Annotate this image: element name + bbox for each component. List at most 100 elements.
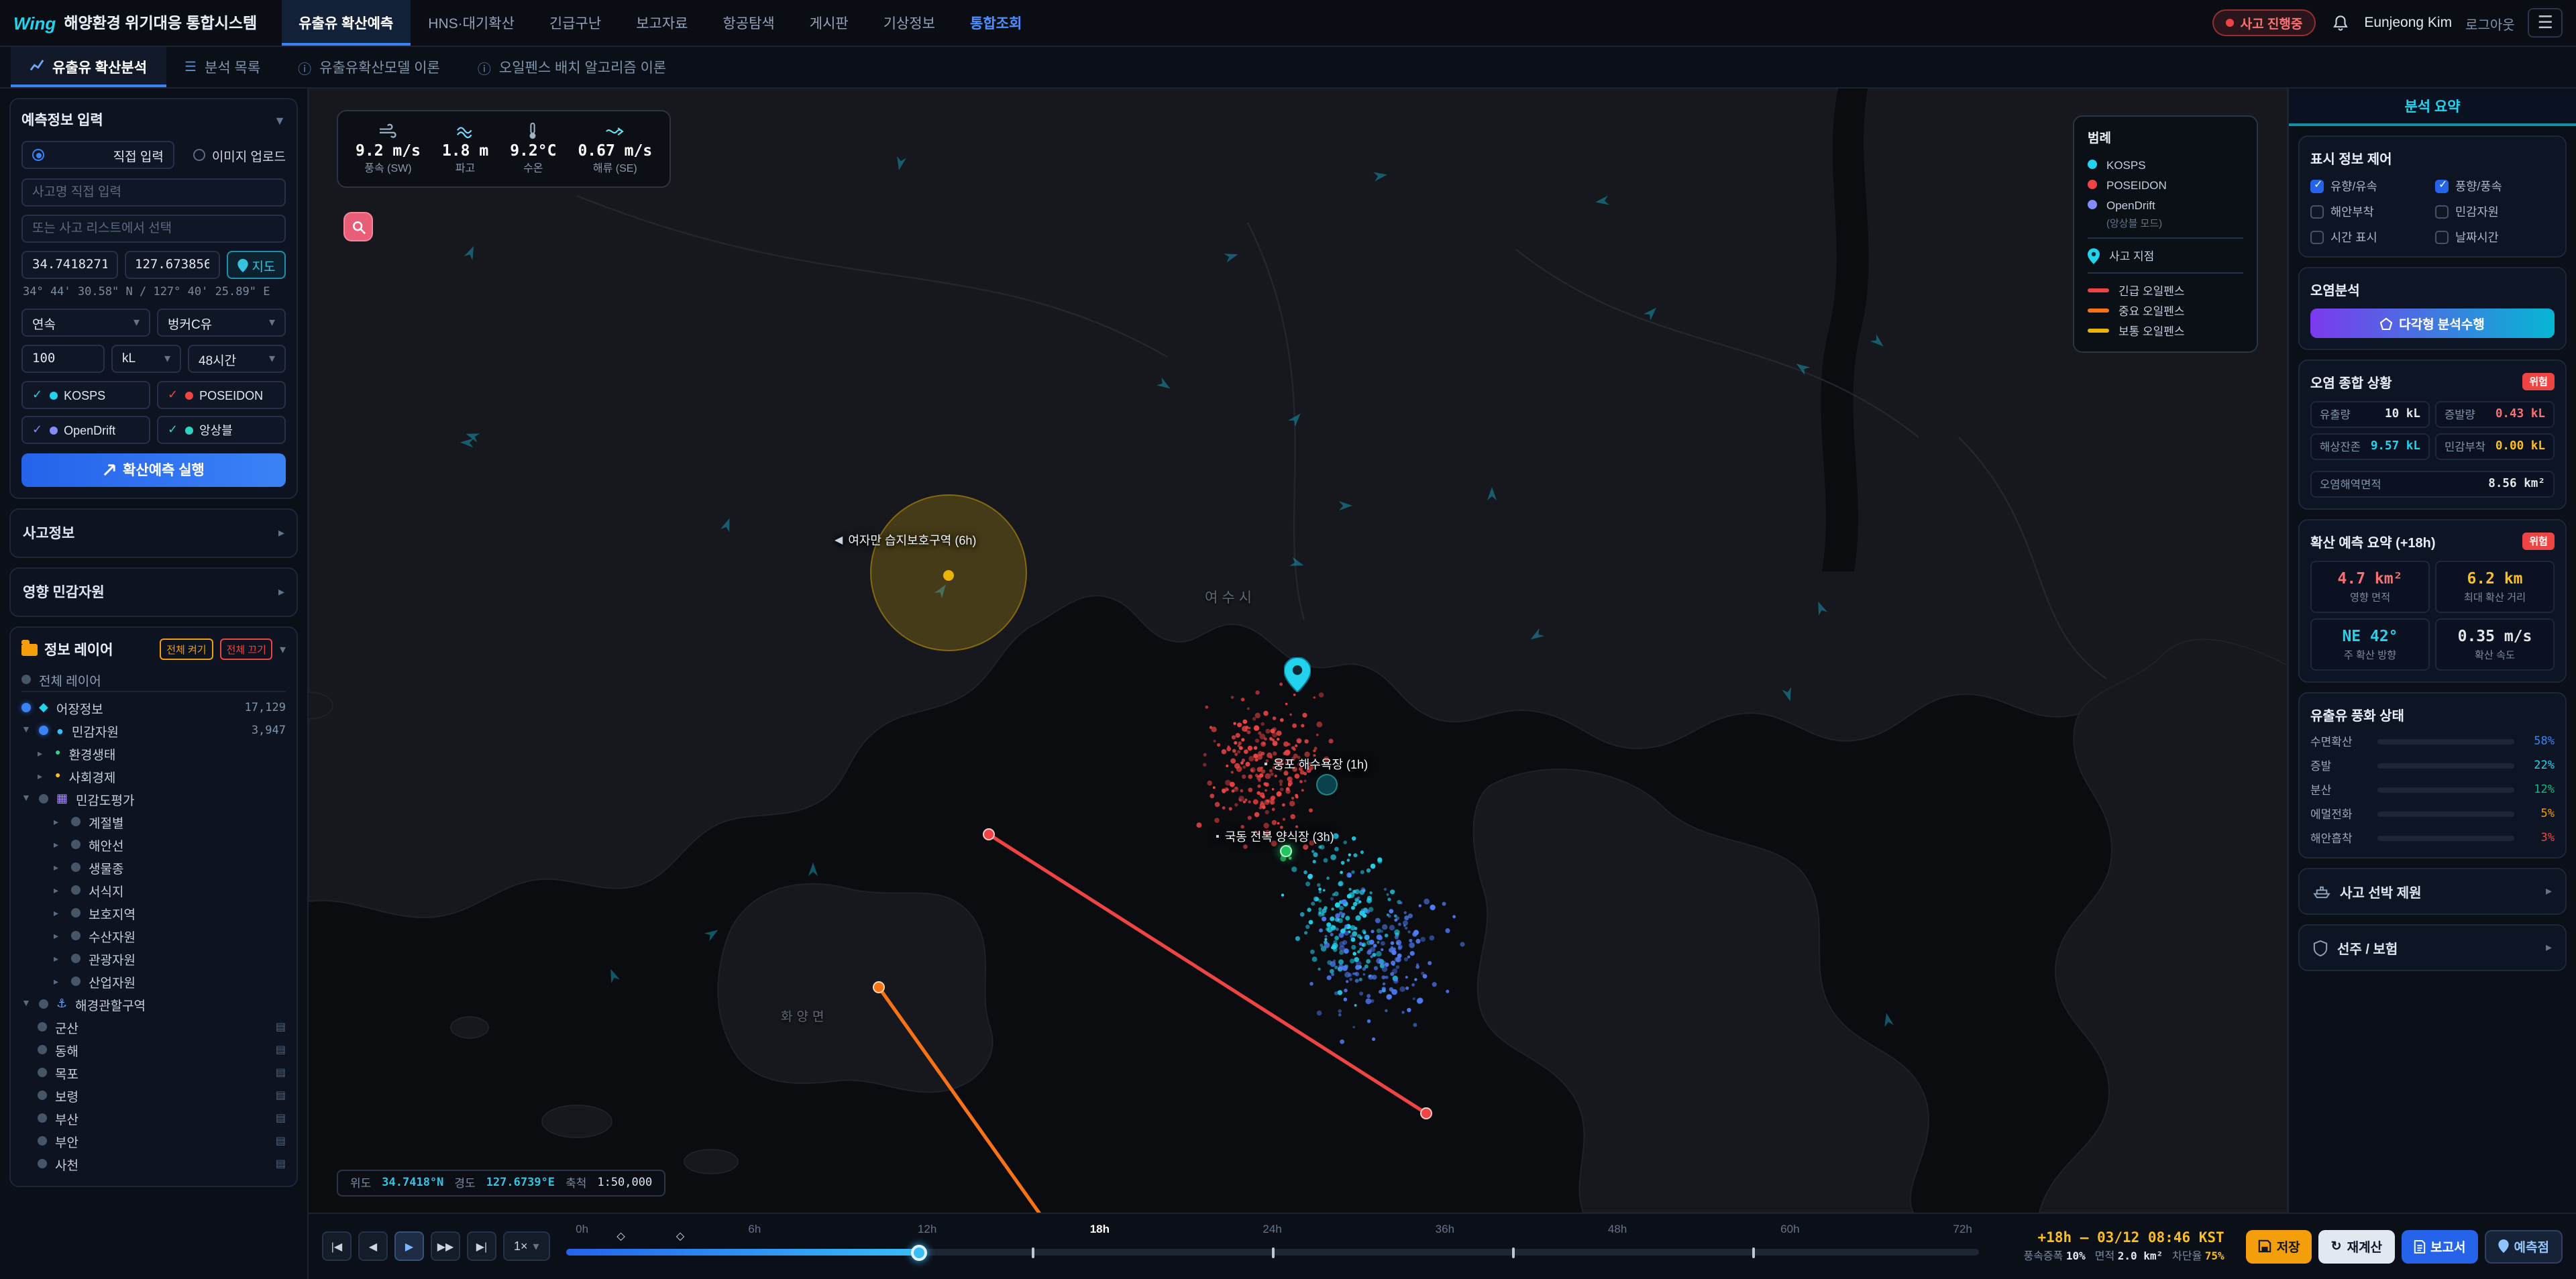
nav-item-reports[interactable]: 보고자료 <box>619 0 705 46</box>
option-current-dir[interactable]: 유향/유속 <box>2310 177 2430 194</box>
nav-item-weather[interactable]: 기상정보 <box>866 0 953 46</box>
layer-fishery[interactable]: ◆ 어장정보 17,129 <box>21 696 286 719</box>
model-chip-ensemble[interactable]: ✓ 앙상블 <box>157 416 286 444</box>
layer-toggle[interactable] <box>71 840 80 849</box>
model-chip-opendrift[interactable]: ✓ OpenDrift <box>21 416 150 444</box>
checkbox[interactable] <box>2435 205 2449 218</box>
radio-image-upload[interactable]: 이미지 업로드 <box>193 141 286 169</box>
incident-location-pin[interactable] <box>1283 656 1312 696</box>
run-prediction-button[interactable]: 확산예측 실행 <box>21 453 286 487</box>
option-wind-dir[interactable]: 풍향/풍속 <box>2435 177 2555 194</box>
checkbox[interactable] <box>2435 230 2449 243</box>
spill-mode-select[interactable]: 연속 ▾ <box>21 309 150 337</box>
layer-toggle[interactable] <box>71 908 80 917</box>
layer-seasonal[interactable]: ▸ 계절별 <box>21 810 286 833</box>
model-chip-kosps[interactable]: ✓ KOSPS <box>21 381 150 409</box>
layer-group-sensitivity[interactable]: ▼ ▦ 민감도평가 <box>21 787 286 810</box>
layer-group-kcg[interactable]: ▼ ⚓ 해경관할구역 <box>21 993 286 1015</box>
checkbox[interactable] <box>2310 178 2324 192</box>
layer-kcg-boryeong[interactable]: 보령 ▤ <box>21 1084 286 1107</box>
option-time-display[interactable]: 시간 표시 <box>2310 228 2430 245</box>
incident-info-accordion[interactable]: 사고정보 ▸ <box>9 508 298 558</box>
layer-industry-resource[interactable]: ▸ 산업자원 <box>21 970 286 993</box>
layer-toggle[interactable] <box>71 954 80 963</box>
ensemble-marker[interactable] <box>1280 845 1292 857</box>
layer-toggle[interactable] <box>21 675 31 684</box>
tab-model-theory[interactable]: ⓘ 유출유확산모델 이론 <box>279 47 459 87</box>
nav-item-aerial[interactable]: 항공탐색 <box>705 0 792 46</box>
layer-toggle[interactable] <box>38 1091 47 1100</box>
map-pick-tool-button[interactable] <box>343 212 373 241</box>
all-layers-on-button[interactable]: 전체 켜기 <box>160 638 213 660</box>
analysis-summary-header[interactable]: 분석 요약 <box>2289 89 2576 126</box>
report-button[interactable]: 보고서 <box>2401 1229 2478 1263</box>
layer-toggle[interactable] <box>71 931 80 940</box>
layer-toggle[interactable] <box>71 863 80 872</box>
nav-item-integrated-search[interactable]: 통합조회 <box>953 0 1039 46</box>
nav-item-oil-spread[interactable]: 유출유 확산예측 <box>281 0 411 46</box>
nav-item-board[interactable]: 게시판 <box>792 0 866 46</box>
pick-on-map-button[interactable]: 지도 <box>227 251 286 279</box>
prediction-point-button[interactable]: 예측점 <box>2484 1229 2563 1263</box>
owner-insurance-accordion[interactable]: 선주 / 보험 ▸ <box>2298 924 2567 971</box>
layer-toggle[interactable] <box>38 1136 47 1146</box>
layer-fishery-resource[interactable]: ▸ 수산자원 <box>21 924 286 947</box>
step-back-button[interactable]: ◀ <box>358 1231 388 1261</box>
layer-kcg-donghae[interactable]: 동해 ▤ <box>21 1038 286 1061</box>
nav-item-hns[interactable]: HNS·대기확산 <box>411 0 532 46</box>
checkbox[interactable] <box>2310 230 2324 243</box>
layer-toggle[interactable] <box>71 977 80 986</box>
option-datetime[interactable]: 날짜시간 <box>2435 228 2555 245</box>
all-layers-row[interactable]: 전체 레이어 <box>21 668 286 692</box>
impact-resources-accordion[interactable]: 영향 민감자원 ▸ <box>9 567 298 617</box>
checkbox[interactable] <box>2435 178 2449 192</box>
layer-socio-economy[interactable]: ▸ ● 사회경제 <box>21 765 286 787</box>
fence-event-marker[interactable]: ◇ <box>676 1230 684 1242</box>
layer-toggle[interactable] <box>21 703 31 712</box>
nav-item-rescue[interactable]: 긴급구난 <box>532 0 619 46</box>
layer-toggle[interactable] <box>38 1045 47 1054</box>
incident-list-input[interactable] <box>21 215 286 243</box>
longitude-input[interactable] <box>124 251 220 279</box>
layer-coastline[interactable]: ▸ 해안선 <box>21 833 286 856</box>
incident-name-input[interactable] <box>21 178 286 207</box>
option-sensitive-resource[interactable]: 민감자원 <box>2435 203 2555 220</box>
prediction-input-header[interactable]: 예측정보 입력 ▼ <box>21 110 286 130</box>
map-canvas[interactable]: 여수시 화양면 9.2 m/s 풍속 (SW) 1.8 m 파고 9.2°C 수… <box>309 89 2288 1212</box>
tab-analysis-list[interactable]: ☰ 분석 목록 <box>166 47 279 87</box>
play-button[interactable]: ▶ <box>394 1231 424 1261</box>
layer-toggle[interactable] <box>71 817 80 826</box>
skip-end-button[interactable]: ▶| <box>467 1231 496 1261</box>
duration-select[interactable]: 48시간 ▾ <box>188 345 286 373</box>
layer-toggle[interactable] <box>38 1159 47 1168</box>
amount-input[interactable] <box>21 345 105 373</box>
fence-endpoint[interactable] <box>873 981 885 993</box>
timeline-rail[interactable]: ◇ ◇ <box>566 1230 1979 1260</box>
layer-toggle[interactable] <box>39 999 48 1009</box>
sensitive-site-marker[interactable] <box>1316 774 1338 795</box>
unit-select[interactable]: kL ▾ <box>111 345 181 373</box>
timeline-handle[interactable] <box>911 1244 928 1260</box>
hamburger-menu-icon[interactable]: ☰ <box>2528 8 2563 38</box>
layer-toggle[interactable] <box>38 1068 47 1077</box>
layer-species[interactable]: ▸ 생물종 <box>21 856 286 879</box>
vessel-spec-accordion[interactable]: 사고 선박 제원 ▸ <box>2298 868 2567 915</box>
fence-endpoint[interactable] <box>983 828 995 840</box>
option-shore-adhesion[interactable]: 해안부착 <box>2310 203 2430 220</box>
layer-toggle[interactable] <box>71 885 80 895</box>
layer-kcg-mokpo[interactable]: 목포 ▤ <box>21 1061 286 1084</box>
layer-kcg-busan[interactable]: 부산 ▤ <box>21 1107 286 1129</box>
tab-boom-algorithm-theory[interactable]: ⓘ 오일펜스 배치 알고리즘 이론 <box>459 47 685 87</box>
fence-endpoint[interactable] <box>1420 1107 1432 1119</box>
fast-forward-button[interactable]: ▶▶ <box>431 1231 460 1261</box>
radio-direct-input[interactable]: 직접 입력 <box>21 141 174 169</box>
layer-kcg-sacheon[interactable]: 사천 ▤ <box>21 1152 286 1175</box>
layer-kcg-buan[interactable]: 부안 ▤ <box>21 1129 286 1152</box>
layer-toggle[interactable] <box>38 1113 47 1123</box>
model-chip-poseidon[interactable]: ✓ POSEIDON <box>157 381 286 409</box>
layer-habitat[interactable]: ▸ 서식지 <box>21 879 286 901</box>
layer-toggle[interactable] <box>39 726 48 735</box>
layer-kcg-gunsan[interactable]: 군산 ▤ <box>21 1015 286 1038</box>
layer-toggle[interactable] <box>39 794 48 803</box>
layer-env-ecology[interactable]: ▸ ● 환경생태 <box>21 742 286 765</box>
